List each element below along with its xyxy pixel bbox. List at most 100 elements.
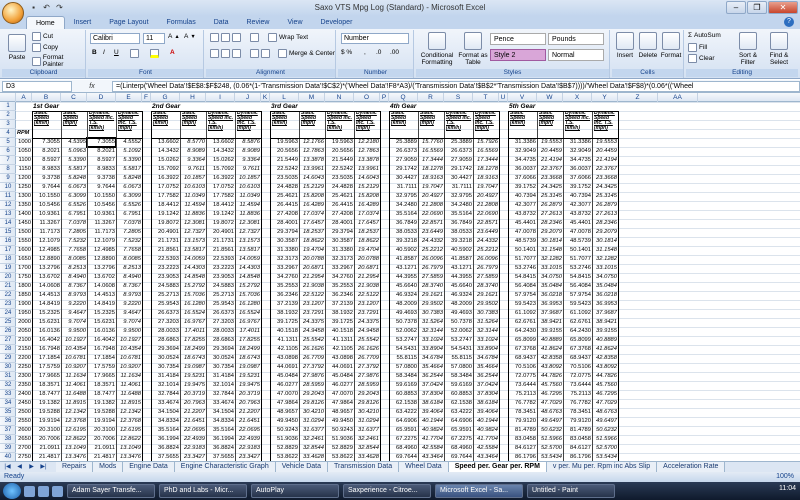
row-header[interactable]: 9 [0, 174, 16, 183]
restore-button[interactable]: ❐ [747, 1, 767, 14]
speed-value[interactable]: 16.5569 [473, 147, 499, 156]
speed-value[interactable]: 81.4789 [508, 426, 537, 435]
speed-value[interactable]: 5.8248 [61, 174, 87, 183]
speed-value[interactable]: 43.3464 [473, 453, 499, 461]
speed-value[interactable]: 18.9163 [418, 174, 444, 183]
speed-value[interactable]: 25.5542 [354, 336, 380, 345]
speed-value[interactable]: 16.9767 [180, 318, 206, 327]
speed-value[interactable]: 17.3444 [418, 156, 444, 165]
zoom-level[interactable]: 100% [776, 472, 794, 482]
speed-value[interactable]: 11.8915 [61, 399, 87, 408]
speed-value[interactable]: 9.9500 [116, 327, 142, 336]
speed-value[interactable]: 57.9754 [563, 291, 592, 300]
speed-value[interactable]: 76.7782 [563, 399, 592, 408]
speed-value[interactable]: 16.1280 [235, 300, 261, 309]
speed-value[interactable]: 11.8836 [180, 210, 206, 219]
speed-value[interactable]: 33.1024 [473, 336, 499, 345]
rpm-value[interactable]: 1950 [16, 309, 32, 318]
speed-value[interactable]: 19.9194 [32, 417, 61, 426]
speed-value[interactable]: 14.6043 [354, 174, 380, 183]
speed-value[interactable]: 5.8248 [116, 174, 142, 183]
speed-value[interactable]: 11.4594 [180, 201, 206, 210]
speed-value[interactable]: 12.1079 [87, 237, 116, 246]
speed-value[interactable]: 10.1927 [61, 336, 87, 345]
sheet-tab[interactable]: v per. Mu per. Rpm inc Abs Slip [546, 462, 658, 472]
row-header[interactable]: 15 [0, 228, 16, 237]
rpm-value[interactable]: 1100 [16, 156, 32, 165]
speed-value[interactable]: 35.2553 [270, 282, 299, 291]
speed-value[interactable]: 13.2796 [32, 264, 61, 273]
speed-value[interactable]: 14.0608 [32, 282, 61, 291]
column-header[interactable]: E [116, 93, 142, 102]
speed-value[interactable]: 14.4513 [32, 291, 61, 300]
speed-value[interactable]: 14.0059 [235, 255, 261, 264]
shrink-font-button[interactable]: A ▼ [184, 33, 196, 40]
speed-value[interactable]: 52.0062 [389, 327, 418, 336]
speed-value[interactable]: 76.7782 [508, 399, 537, 408]
style-pounds[interactable]: Pounds [548, 33, 604, 45]
rpm-value[interactable]: 2600 [16, 426, 32, 435]
copy-button[interactable]: Copy [32, 43, 58, 52]
speed-value[interactable]: 15.8208 [299, 192, 325, 201]
speed-value[interactable]: 11.8915 [116, 399, 142, 408]
style-style2[interactable]: Style 2 [490, 49, 546, 61]
speed-value[interactable]: 50.9243 [325, 426, 354, 435]
speed-value[interactable]: 19.5963 [270, 138, 299, 147]
row-header[interactable]: 26 [0, 327, 16, 336]
sheet-tab[interactable]: Wheel Data [399, 462, 449, 472]
speed-value[interactable]: 16.4042 [87, 336, 116, 345]
sort-filter-button[interactable]: Sort & Filter [734, 32, 762, 66]
speed-value[interactable]: 7.2805 [116, 228, 142, 237]
rpm-value[interactable]: 2450 [16, 399, 32, 408]
speed-value[interactable]: 8.2021 [32, 147, 61, 156]
speed-value[interactable]: 10.4354 [116, 345, 142, 354]
column-header[interactable]: A [16, 93, 32, 102]
speed-value[interactable]: 29.1742 [444, 165, 473, 174]
speed-value[interactable]: 50.6232 [592, 426, 618, 435]
speed-value[interactable]: 25.3145 [592, 192, 618, 201]
column-header[interactable]: U [499, 93, 508, 102]
speed-value[interactable]: 10.1550 [32, 192, 61, 201]
speed-value[interactable]: 29.1742 [389, 165, 418, 174]
speed-value[interactable]: 9.3364 [180, 156, 206, 165]
speed-value[interactable]: 29.2079 [537, 228, 563, 237]
speed-value[interactable]: 79.9120 [508, 417, 537, 426]
speed-value[interactable]: 31.6377 [354, 426, 380, 435]
speed-value[interactable]: 31.6377 [299, 426, 325, 435]
help-icon[interactable]: ? [784, 17, 794, 27]
speed-value[interactable]: 16.0136 [87, 327, 116, 336]
row-header[interactable]: 25 [0, 318, 16, 327]
speed-value[interactable]: 19.5553 [537, 138, 563, 147]
speed-value[interactable]: 81.4789 [563, 426, 592, 435]
speed-value[interactable]: 8.5927 [87, 156, 116, 165]
speed-value[interactable]: 50.6232 [537, 426, 563, 435]
speed-value[interactable]: 12.1342 [116, 408, 142, 417]
speed-value[interactable]: 27.3792 [299, 363, 325, 372]
speed-value[interactable]: 36.2346 [270, 291, 299, 300]
speed-value[interactable]: 12.3081 [235, 219, 261, 228]
sheet-tab[interactable]: Transmission Data [328, 462, 400, 472]
speed-value[interactable]: 17.0752 [151, 183, 180, 192]
speed-subheader[interactable]: Dynamic Speed Inc. T.S. (km/h) [445, 111, 472, 138]
row-header[interactable]: 28 [0, 345, 16, 354]
speed-value[interactable]: 64.2430 [563, 327, 592, 336]
column-header[interactable]: V [508, 93, 537, 102]
speed-value[interactable]: 33.2967 [325, 264, 354, 273]
format-button[interactable]: Format [660, 32, 682, 59]
speed-value[interactable]: 39.1752 [563, 183, 592, 192]
speed-value[interactable]: 12.1766 [299, 138, 325, 147]
speed-value[interactable]: 12.4985 [87, 246, 116, 255]
speed-value[interactable]: 30.7354 [206, 363, 235, 372]
speed-value[interactable]: 12.6195 [116, 426, 142, 435]
speed-value[interactable]: 14.0608 [87, 282, 116, 291]
speed-value[interactable]: 8.5927 [32, 156, 61, 165]
rpm-value[interactable]: 2000 [16, 318, 32, 327]
rpm-value[interactable]: 1800 [16, 282, 32, 291]
speed-value[interactable]: 42.8358 [592, 354, 618, 363]
tab-data[interactable]: Data [205, 16, 238, 29]
speed-value[interactable]: 8.9833 [87, 165, 116, 174]
speed-value[interactable]: 49.4693 [444, 309, 473, 318]
speed-value[interactable]: 21.8561 [151, 246, 180, 255]
speed-value[interactable]: 24.3425 [592, 183, 618, 192]
speed-value[interactable]: 32.8544 [354, 444, 380, 453]
